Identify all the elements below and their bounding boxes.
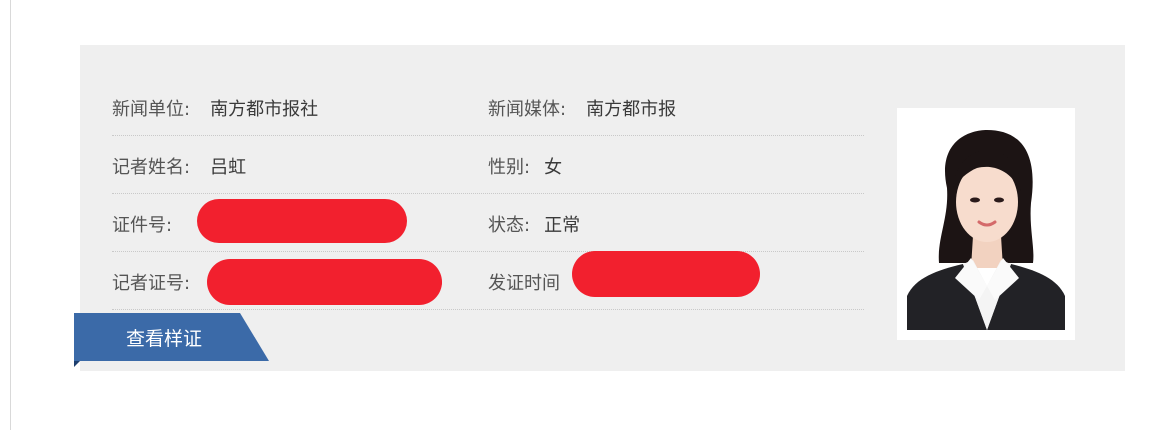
news-unit-label: 新闻单位: [112,99,191,120]
info-row-4: 记者证号: 发证时间 [112,251,864,310]
issue-date-field: 发证时间 [488,269,560,295]
news-media-value: 南方都市报 [586,99,677,120]
status-value: 正常 [544,215,581,236]
news-unit-field: 新闻单位: 南方都市报社 [112,95,318,121]
gender-field: 性别: 女 [488,153,562,179]
journalist-info-card: 新闻单位: 南方都市报社 新闻媒体: 南方都市报 记者姓名: 吕虹 性别: 女 … [74,45,1125,371]
reporter-name-label: 记者姓名: [112,157,191,178]
info-row-2: 记者姓名: 吕虹 性别: 女 [112,135,864,194]
id-number-redaction [197,199,407,243]
news-media-field: 新闻媒体: 南方都市报 [488,95,676,121]
status-label: 状态: [488,215,531,236]
view-sample-label: 查看样证 [126,327,203,350]
press-card-number-label: 记者证号: [112,273,191,294]
id-number-field: 证件号: [112,211,172,237]
reporter-name-field: 记者姓名: 吕虹 [112,153,246,179]
press-card-number-redaction [207,259,442,305]
page-left-border [10,0,11,430]
issue-date-redaction [572,251,760,297]
issue-date-label: 发证时间 [488,273,560,294]
news-media-label: 新闻媒体: [488,99,567,120]
reporter-photo-frame [897,108,1075,340]
tab-fold-shadow [74,361,80,367]
status-field: 状态: 正常 [488,211,580,237]
id-number-label: 证件号: [112,215,173,236]
press-card-number-redaction-tail [430,279,442,287]
reporter-name-value: 吕虹 [210,157,247,178]
news-unit-value: 南方都市报社 [210,99,319,120]
reporter-photo [907,118,1065,330]
info-row-3: 证件号: 状态: 正常 [112,193,864,252]
gender-value: 女 [544,157,563,178]
press-card-number-field: 记者证号: [112,269,190,295]
view-sample-button[interactable]: 查看样证 [74,313,269,361]
gender-label: 性别: [488,157,531,178]
info-row-1: 新闻单位: 南方都市报社 新闻媒体: 南方都市报 [112,77,864,136]
